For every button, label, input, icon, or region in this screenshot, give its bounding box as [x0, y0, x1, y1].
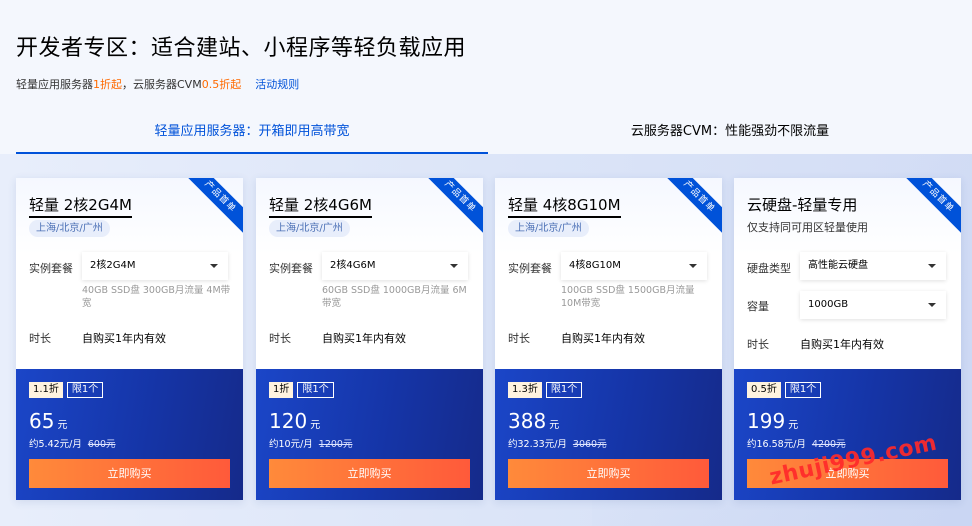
price-unit: 元	[549, 420, 560, 431]
spec-label: 实例套餐	[508, 262, 552, 275]
chevron-down-icon	[689, 264, 697, 268]
buy-button[interactable]: 立即购买	[29, 459, 230, 488]
product-tabs: 轻量应用服务器：开箱即用高带宽 云服务器CVM：性能强劲不限流量	[16, 118, 972, 154]
monthly-value: 约10元/月	[269, 439, 313, 450]
original-price: 600元	[87, 439, 116, 450]
monthly-value: 约5.42元/月	[29, 439, 82, 450]
tab-lighthouse[interactable]: 轻量应用服务器：开箱即用高带宽	[16, 118, 488, 154]
price-panel: 1折 限1个 120 元 约10元/月 1200元 立即购买	[256, 369, 483, 500]
buy-button[interactable]: 立即购买	[508, 459, 709, 488]
region-tag: 上海/北京/广州	[269, 220, 350, 237]
card-desc: 仅支持同可用区轻量使用	[747, 221, 868, 234]
price-value: 199	[747, 409, 786, 433]
price-unit: 元	[788, 420, 799, 431]
subtitle-text-2: ，云服务器CVM	[122, 78, 202, 91]
duration-value: 自购买1年内有效	[561, 332, 645, 345]
price: 199 元	[747, 409, 798, 433]
price-value: 120	[269, 409, 308, 433]
price: 120 元	[269, 409, 320, 433]
original-price: 1200元	[318, 439, 353, 450]
monthly-price: 约10元/月 1200元	[269, 436, 352, 450]
disk-type-label: 硬盘类型	[747, 262, 791, 275]
duration-value: 自购买1年内有效	[322, 332, 406, 345]
badge-group: 1折 限1个	[269, 382, 334, 398]
price-panel: 1.3折 限1个 388 元 约32.33元/月 3060元 立即购买	[495, 369, 722, 500]
price: 388 元	[508, 409, 559, 433]
original-price: 4200元	[811, 439, 846, 450]
product-card: 产品首单 轻量 4核8G10M 上海/北京/广州 实例套餐 4核8G10M 10…	[495, 178, 722, 500]
badge-group: 1.1折 限1个	[29, 382, 104, 398]
card-title: 轻量 2核4G6M	[269, 194, 372, 218]
monthly-value: 约32.33元/月	[508, 439, 567, 450]
spec-label: 实例套餐	[269, 262, 313, 275]
chevron-down-icon	[928, 264, 936, 268]
duration-label: 时长	[269, 332, 291, 345]
spec-select[interactable]: 4核8G10M	[561, 252, 707, 280]
spec-label: 实例套餐	[29, 262, 73, 275]
badge-group: 0.5折 限1个	[747, 382, 822, 398]
disk-type-select[interactable]: 高性能云硬盘	[800, 252, 946, 280]
page-header: 开发者专区：适合建站、小程序等轻负载应用 轻量应用服务器 1折起 ，云服务器CVM …	[16, 30, 466, 92]
discount-badge: 1折	[269, 382, 294, 398]
tab-cvm[interactable]: 云服务器CVM：性能强劲不限流量	[488, 118, 972, 154]
card-title: 轻量 2核2G4M	[29, 194, 132, 218]
badge-group: 1.3折 限1个	[508, 382, 583, 398]
limit-badge: 限1个	[784, 382, 822, 398]
rules-link[interactable]: 活动规则	[255, 76, 299, 92]
discount-badge: 0.5折	[747, 382, 781, 398]
price-unit: 元	[310, 420, 321, 431]
monthly-price: 约5.42元/月 600元	[29, 436, 116, 450]
monthly-value: 约16.58元/月	[747, 439, 806, 450]
card-title: 轻量 4核8G10M	[508, 194, 621, 218]
subtitle-accent-2: 0.5折起	[201, 78, 242, 91]
discount-badge: 1.3折	[508, 382, 542, 398]
price-panel: 1.1折 限1个 65 元 约5.42元/月 600元 立即购买	[16, 369, 243, 500]
subtitle-accent: 1折起	[93, 78, 122, 91]
capacity-select[interactable]: 1000GB	[800, 291, 946, 319]
monthly-price: 约16.58元/月 4200元	[747, 436, 846, 450]
duration-value: 自购买1年内有效	[800, 338, 884, 351]
spec-select-value: 4核8G10M	[569, 260, 621, 271]
price-value: 65	[29, 409, 55, 433]
spec-select[interactable]: 2核2G4M	[82, 252, 228, 280]
chevron-down-icon	[210, 264, 218, 268]
spec-note: 60GB SSD盘 1000GB月流量 6M带宽	[322, 285, 467, 309]
product-card: 产品首单 轻量 2核4G6M 上海/北京/广州 实例套餐 2核4G6M 60GB…	[256, 178, 483, 500]
spec-select-value: 2核4G6M	[330, 260, 376, 271]
spec-select-value: 2核2G4M	[90, 260, 136, 271]
price: 65 元	[29, 409, 67, 433]
disk-type-value: 高性能云硬盘	[808, 260, 868, 271]
chevron-down-icon	[450, 264, 458, 268]
duration-value: 自购买1年内有效	[82, 332, 166, 345]
subtitle-text: 轻量应用服务器	[16, 78, 93, 91]
card-title: 云硬盘-轻量专用	[747, 196, 858, 214]
product-card: 产品首单 轻量 2核2G4M 上海/北京/广州 实例套餐 2核2G4M 40GB…	[16, 178, 243, 500]
limit-badge: 限1个	[545, 382, 583, 398]
duration-label: 时长	[29, 332, 51, 345]
price-unit: 元	[57, 420, 68, 431]
capacity-value: 1000GB	[808, 299, 849, 310]
duration-label: 时长	[747, 338, 769, 351]
limit-badge: 限1个	[66, 382, 104, 398]
discount-badge: 1.1折	[29, 382, 63, 398]
spec-note: 100GB SSD盘 1500GB月流量 10M带宽	[561, 285, 695, 309]
page-title: 开发者专区：适合建站、小程序等轻负载应用	[16, 36, 467, 61]
chevron-down-icon	[928, 303, 936, 307]
capacity-label: 容量	[747, 300, 769, 313]
duration-label: 时长	[508, 332, 530, 345]
limit-badge: 限1个	[297, 382, 334, 398]
promo-subtitle: 轻量应用服务器 1折起 ，云服务器CVM 0.5折起 活动规则	[16, 76, 466, 92]
spec-note: 40GB SSD盘 300GB月流量 4M带宽	[82, 285, 231, 309]
region-tag: 上海/北京/广州	[508, 220, 589, 237]
spec-select[interactable]: 2核4G6M	[322, 252, 468, 280]
price-value: 388	[508, 409, 547, 433]
monthly-price: 约32.33元/月 3060元	[508, 436, 607, 450]
region-tag: 上海/北京/广州	[29, 220, 110, 237]
original-price: 3060元	[572, 439, 607, 450]
buy-button[interactable]: 立即购买	[269, 459, 470, 488]
